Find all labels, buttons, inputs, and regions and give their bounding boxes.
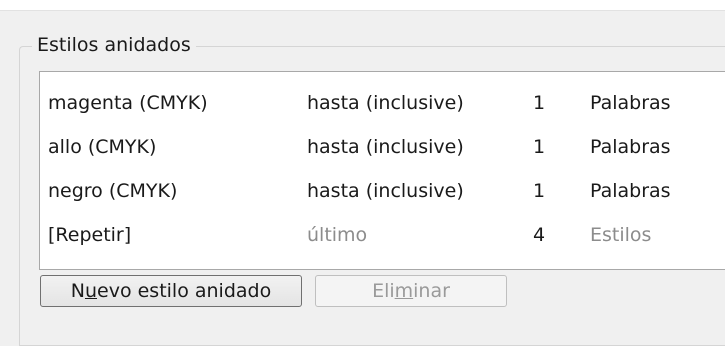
- count-cell[interactable]: 4: [533, 213, 545, 257]
- style-name-cell[interactable]: magenta (CMYK): [48, 81, 208, 125]
- nested-styles-list[interactable]: magenta (CMYK) hasta (inclusive) 1 Palab…: [39, 71, 725, 270]
- unit-cell[interactable]: Palabras: [590, 125, 671, 169]
- count-cell[interactable]: 1: [533, 125, 545, 169]
- count-cell[interactable]: 1: [533, 81, 545, 125]
- unit-cell[interactable]: Palabras: [590, 169, 671, 213]
- style-name-cell[interactable]: negro (CMYK): [48, 169, 177, 213]
- count-cell[interactable]: 1: [533, 169, 545, 213]
- style-name-cell[interactable]: allo (CMYK): [48, 125, 156, 169]
- mode-cell[interactable]: hasta (inclusive): [307, 169, 464, 213]
- button-label-part: evo estilo anidado: [97, 280, 272, 302]
- mode-cell[interactable]: hasta (inclusive): [307, 125, 464, 169]
- unit-cell[interactable]: Palabras: [590, 81, 671, 125]
- delete-button[interactable]: Eliminar: [315, 275, 507, 307]
- list-item[interactable]: magenta (CMYK) hasta (inclusive) 1 Palab…: [40, 81, 725, 125]
- mnemonic-letter: m: [394, 280, 414, 302]
- button-label-part: Eli: [372, 280, 395, 302]
- list-item[interactable]: [Repetir] último 4 Estilos: [40, 213, 725, 257]
- button-label-part: inar: [413, 280, 450, 302]
- mnemonic-letter: u: [84, 280, 98, 302]
- panel-top-edge: [0, 0, 725, 11]
- mode-cell[interactable]: hasta (inclusive): [307, 81, 464, 125]
- groupbox-title: Estilos anidados: [32, 32, 196, 58]
- style-name-cell[interactable]: [Repetir]: [48, 213, 131, 257]
- list-item[interactable]: negro (CMYK) hasta (inclusive) 1 Palabra…: [40, 169, 725, 213]
- list-item[interactable]: allo (CMYK) hasta (inclusive) 1 Palabras: [40, 125, 725, 169]
- new-nested-style-button[interactable]: Nuevo estilo anidado: [40, 275, 302, 307]
- button-label-part: N: [70, 280, 85, 302]
- mode-cell[interactable]: último: [307, 213, 367, 257]
- unit-cell[interactable]: Estilos: [590, 213, 651, 257]
